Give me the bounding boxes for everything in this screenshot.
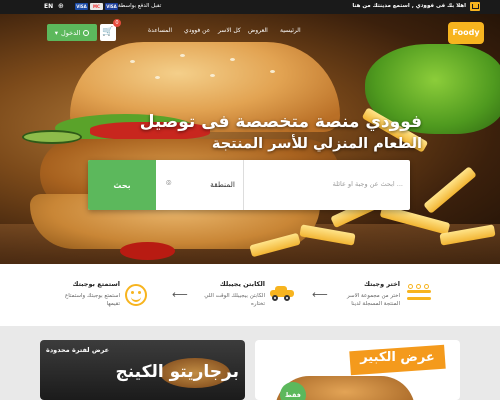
visa-card-icon: VISA (105, 3, 118, 10)
language-switch[interactable]: EN (44, 3, 53, 10)
payment-methods: VISA MC VISA (75, 3, 118, 10)
offer-title: برجاريتو الكينج (115, 362, 239, 382)
chevron-down-icon: ▾ (54, 28, 58, 37)
promo-text[interactable]: اهلا بك فى فوودي , استمع مدينتك من هنا (352, 3, 466, 9)
offers-section: عرض لفترة محدودة برجاريتو الكينج عرض الك… (0, 326, 500, 400)
offer-tag: عرض لفترة محدودة (46, 346, 110, 354)
login-label: الدخول (60, 28, 81, 37)
mail-icon (470, 2, 480, 11)
hero-banner: Foody الرئيسية العروض كل الاسر عن فوودي … (0, 14, 500, 264)
nav-help[interactable]: المساعدة (148, 27, 172, 34)
nav-offers[interactable]: العروض (248, 27, 268, 34)
feature-desc: اختر من مجموعة الاسر المنتجة المسجلة لدي… (346, 293, 400, 307)
feature-desc: استمتع بوجبتك واستمتاع تقيمها (64, 293, 120, 307)
how-it-works: اختر وجبتك اختر من مجموعة الاسر المنتجة … (0, 264, 500, 326)
top-bar: EN ⊕ VISA MC VISA تقبل الدفع بواسطة اهلا… (0, 0, 500, 14)
search-input[interactable]: ابحث عن وجبة او عائلة ... (248, 180, 403, 188)
hero-headline-line1: فوودي منصة متخصصة فى توصيل (139, 112, 422, 132)
grill-icon (405, 284, 433, 304)
car-icon (270, 286, 294, 301)
area-select[interactable]: ⌾ المنطقة (156, 160, 244, 210)
nav-families[interactable]: كل الاسر (218, 27, 241, 34)
arrow-left-icon: ⟵ (172, 288, 188, 301)
feature-title: الكابتن يجيبلك (219, 280, 265, 288)
nav-about[interactable]: عن فوودي (184, 27, 210, 34)
smile-icon (125, 284, 147, 306)
globe-icon: ⊕ (58, 2, 64, 10)
fry-image (423, 166, 477, 214)
location-pin-icon: ⌾ (166, 179, 172, 189)
nav-home[interactable]: الرئيسية (280, 27, 301, 34)
hero-cucumber (22, 130, 82, 144)
search-bar: بحث ⌾ المنطقة ابحث عن وجبة او عائلة ... (88, 160, 410, 210)
area-select-label: المنطقة (210, 180, 235, 189)
arrow-left-icon: ⟵ (312, 288, 328, 301)
feature-desc: الكابتن بيجيبلك الوقت اللي تختاره (204, 293, 265, 307)
offer-card-burrito[interactable]: عرض لفترة محدودة برجاريتو الكينج (40, 340, 245, 400)
feature-title: اختر وجبتك (364, 280, 400, 288)
user-icon (83, 29, 90, 36)
mastercard-icon: MC (90, 3, 103, 10)
offer-card-big[interactable]: عرض الكبير فقط (255, 340, 460, 400)
feature-title: استمتع بوجبتك (72, 280, 120, 288)
hero-headline-line2: الطعام المنزلي للأسر المنتجة (211, 136, 422, 152)
hero-sauce (120, 242, 175, 260)
login-button[interactable]: ▾ الدخول (47, 24, 97, 41)
visa-card-icon: VISA (75, 3, 88, 10)
cart-button[interactable]: 🛒 (100, 24, 116, 41)
cart-count-badge: 0 (113, 19, 121, 27)
search-button[interactable]: بحث (88, 160, 156, 210)
foody-logo[interactable]: Foody (448, 22, 484, 44)
offer-title: عرض الكبير (360, 350, 435, 365)
payment-text: تقبل الدفع بواسطة (118, 3, 162, 9)
cart-icon: 🛒 (102, 27, 114, 37)
